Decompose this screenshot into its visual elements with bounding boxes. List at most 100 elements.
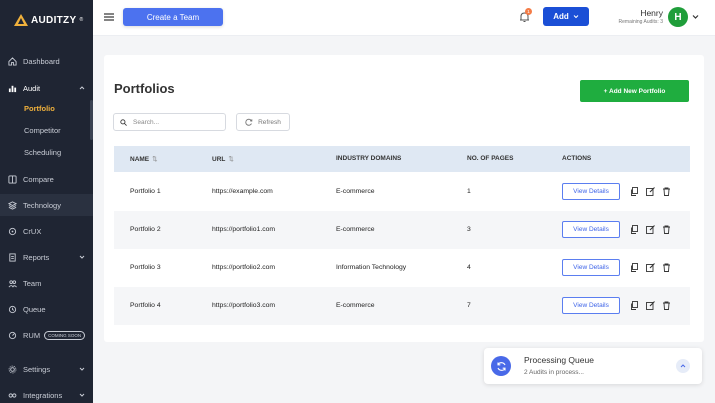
hamburger-menu-icon[interactable] (104, 12, 114, 22)
sync-icon (491, 356, 511, 376)
sidebar-item-technology[interactable]: Technology (0, 194, 93, 216)
bar-chart-icon (8, 84, 17, 93)
search-box[interactable] (113, 113, 226, 131)
delete-icon[interactable] (662, 187, 671, 196)
edit-icon[interactable] (646, 301, 655, 310)
view-details-button[interactable]: View Details (562, 259, 620, 276)
refresh-button[interactable]: Refresh (236, 113, 290, 131)
sidebar-item-audit[interactable]: Audit (0, 77, 93, 99)
sidebar-item-compare[interactable]: Compare (0, 168, 93, 190)
sidebar-item-label: Integrations (23, 390, 63, 400)
sidebar-item-integrations[interactable]: Integrations (0, 384, 93, 403)
sidebar-item-label: Audit (23, 83, 41, 93)
view-details-button[interactable]: View Details (562, 221, 620, 238)
sidebar-item-label: Queue (23, 304, 46, 314)
chevron-down-icon (79, 393, 85, 397)
cell-domain: E-commerce (336, 226, 375, 233)
column-header-pages: NO. OF PAGES (467, 155, 514, 162)
integrations-icon (8, 391, 17, 400)
coming-soon-badge: COMING SOON (44, 330, 86, 340)
cell-pages: 4 (467, 264, 471, 271)
edit-icon[interactable] (646, 187, 655, 196)
chevron-down-icon (573, 15, 579, 19)
sidebar-item-settings[interactable]: Settings (0, 358, 93, 380)
sidebar-item-label: Compare (23, 174, 54, 184)
table-row: Portfolio 1 https://example.com E-commer… (114, 173, 690, 211)
brand-logo[interactable]: AUDITZY ® (14, 14, 83, 26)
cell-url: https://portfolio3.com (212, 302, 276, 309)
copy-icon[interactable] (630, 187, 639, 196)
column-header-name[interactable]: NAME ⇅ (130, 155, 158, 163)
add-button-label: Add (553, 12, 569, 21)
column-header-label: NAME (130, 156, 150, 163)
sidebar-item-label: CrUX (23, 226, 42, 236)
sidebar-item-rum[interactable]: RUM COMING SOON (0, 324, 93, 346)
copy-icon[interactable] (630, 225, 639, 234)
user-name: Henry (640, 8, 663, 18)
table-row: Portfolio 3 https://portfolio2.com Infor… (114, 249, 690, 287)
delete-icon[interactable] (662, 301, 671, 310)
sidebar-subitem-scheduling[interactable]: Scheduling (24, 148, 61, 157)
cell-name: Portfolio 3 (130, 264, 161, 271)
brand-trademark: ® (79, 17, 84, 23)
processing-queue-panel[interactable]: Processing Queue 2 Audits in process... (484, 348, 702, 384)
view-details-button[interactable]: View Details (562, 183, 620, 200)
search-icon (120, 118, 127, 126)
top-header: Create a Team 1 Add Henry Remaining Audi… (93, 0, 715, 36)
gear-icon (8, 365, 17, 374)
column-header-actions: ACTIONS (562, 155, 592, 162)
report-icon (8, 252, 17, 262)
edit-icon[interactable] (646, 225, 655, 234)
cell-name: Portfolio 4 (130, 302, 161, 309)
create-team-button[interactable]: Create a Team (123, 8, 223, 26)
delete-icon[interactable] (662, 225, 671, 234)
sidebar-item-crux[interactable]: CrUX (0, 220, 93, 242)
sort-icon[interactable]: ⇅ (152, 156, 157, 163)
chevron-down-icon (79, 255, 85, 259)
avatar[interactable]: H (668, 7, 688, 27)
cell-domain: E-commerce (336, 302, 375, 309)
chevron-down-icon[interactable] (692, 14, 699, 20)
home-icon (8, 56, 17, 66)
table-header: NAME ⇅ URL ⇅ INDUSTRY DOMAINS NO. OF PAGES… (114, 146, 690, 172)
delete-icon[interactable] (662, 263, 671, 272)
copy-icon[interactable] (630, 263, 639, 272)
sidebar-item-queue[interactable]: Queue (0, 298, 93, 320)
sidebar-item-label: Dashboard (23, 56, 60, 66)
sidebar-subitem-competitor[interactable]: Competitor (24, 126, 61, 135)
copy-icon[interactable] (630, 301, 639, 310)
view-details-button[interactable]: View Details (562, 297, 620, 314)
refresh-icon (245, 118, 253, 126)
cell-name: Portfolio 2 (130, 226, 161, 233)
column-header-url[interactable]: URL ⇅ (212, 155, 234, 163)
cell-domain: Information Technology (336, 264, 407, 271)
processing-queue-status: 2 Audits in process... (524, 369, 584, 376)
chevron-down-icon (79, 367, 85, 371)
sidebar-item-label: Technology (23, 200, 61, 210)
add-dropdown-button[interactable]: Add (543, 7, 589, 26)
sidebar-item-label: Reports (23, 252, 50, 262)
edit-icon[interactable] (646, 263, 655, 272)
add-new-portfolio-button[interactable]: + Add New Portfolio (580, 80, 689, 102)
cell-pages: 3 (467, 226, 471, 233)
sort-icon[interactable]: ⇅ (228, 156, 233, 163)
sidebar-item-dashboard[interactable]: Dashboard (0, 50, 93, 72)
expand-queue-button[interactable] (676, 359, 690, 373)
portfolios-card: Portfolios + Add New Portfolio Refresh N… (104, 55, 704, 342)
sidebar-subitem-portfolio[interactable]: Portfolio (24, 104, 55, 113)
sidebar-item-label: Team (23, 278, 42, 288)
chevron-up-icon (680, 364, 686, 368)
column-header-label: URL (212, 156, 226, 163)
team-icon (8, 279, 17, 288)
auditzy-logo-icon (14, 14, 28, 26)
chevron-up-icon (79, 86, 85, 90)
sidebar-item-team[interactable]: Team (0, 272, 93, 294)
cell-domain: E-commerce (336, 188, 375, 195)
search-input[interactable] (133, 118, 223, 126)
cell-url: https://example.com (212, 188, 273, 195)
crux-icon (8, 227, 17, 236)
table-row: Portfolio 2 https://portfolio1.com E-com… (114, 211, 690, 249)
sidebar: AUDITZY ® Dashboard Audit Portfolio Comp… (0, 0, 93, 403)
sidebar-item-reports[interactable]: Reports (0, 246, 93, 268)
sidebar-scrollbar[interactable] (90, 100, 93, 140)
